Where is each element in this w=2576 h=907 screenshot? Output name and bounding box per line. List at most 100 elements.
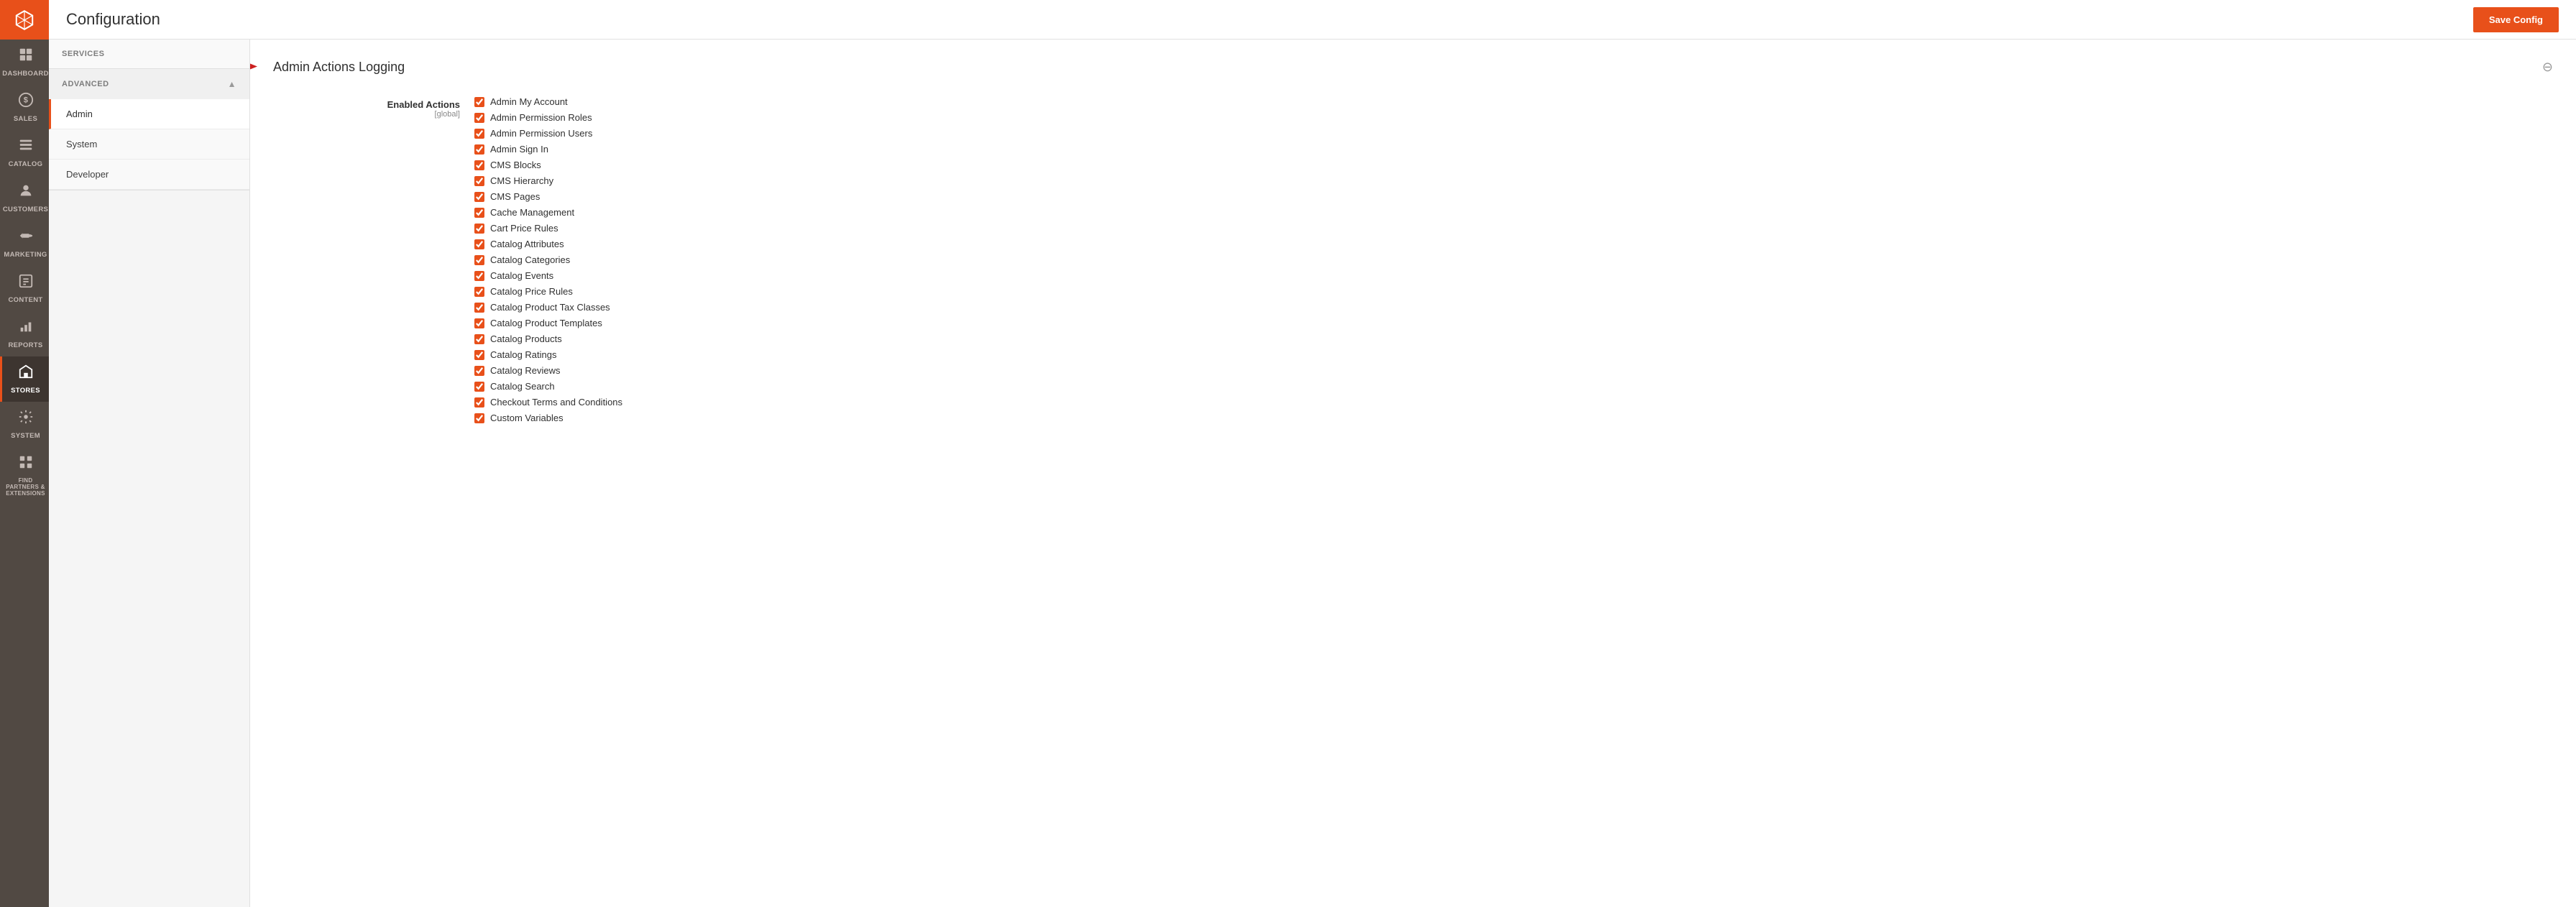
checkbox-label-admin_permission_roles: Admin Permission Roles bbox=[490, 112, 592, 123]
stores-icon bbox=[18, 364, 34, 383]
content-area: SERVICES ADVANCED ▲ AdminSystemDeveloper Ad… bbox=[49, 40, 2576, 907]
right-panel: Admin Actions Logging ⊖ Enabled Actions … bbox=[250, 40, 2576, 907]
checkbox-item-catalog_product_templates: Catalog Product Templates bbox=[474, 318, 2553, 328]
checkbox-catalog_product_templates[interactable] bbox=[474, 318, 484, 328]
checkbox-admin_permission_users[interactable] bbox=[474, 129, 484, 139]
checkbox-item-checkout_terms: Checkout Terms and Conditions bbox=[474, 397, 2553, 408]
checkbox-item-cms_hierarchy: CMS Hierarchy bbox=[474, 175, 2553, 186]
chevron-advanced-icon: ▲ bbox=[228, 79, 236, 89]
checkbox-catalog_price_rules[interactable] bbox=[474, 287, 484, 297]
sidebar-item-label-marketing: MARKETING bbox=[4, 251, 47, 259]
checkbox-label-cms_blocks: CMS Blocks bbox=[490, 160, 541, 170]
system-icon bbox=[18, 409, 34, 428]
sidebar-item-catalog[interactable]: CATALOG bbox=[0, 130, 49, 175]
sidebar-item-content[interactable]: CONTENT bbox=[0, 266, 49, 311]
sidebar-item-label-catalog: CATALOG bbox=[9, 160, 43, 168]
left-panel-section-header-services[interactable]: SERVICES bbox=[49, 40, 249, 68]
checkbox-label-catalog_product_tax_classes: Catalog Product Tax Classes bbox=[490, 302, 610, 313]
left-panel-section-header-advanced[interactable]: ADVANCED ▲ bbox=[49, 69, 249, 99]
checkbox-label-catalog_ratings: Catalog Ratings bbox=[490, 349, 557, 360]
left-panel-section-label-advanced: ADVANCED bbox=[62, 80, 109, 88]
checkbox-label-cms_pages: CMS Pages bbox=[490, 191, 540, 202]
checkbox-checkout_terms[interactable] bbox=[474, 397, 484, 408]
checkbox-label-custom_variables: Custom Variables bbox=[490, 413, 564, 423]
checkbox-item-catalog_product_tax_classes: Catalog Product Tax Classes bbox=[474, 302, 2553, 313]
checkbox-item-admin_permission_roles: Admin Permission Roles bbox=[474, 112, 2553, 123]
checkbox-cache_management[interactable] bbox=[474, 208, 484, 218]
checkbox-item-admin_my_account: Admin My Account bbox=[474, 96, 2553, 107]
checkbox-catalog_product_tax_classes[interactable] bbox=[474, 303, 484, 313]
checkbox-cms_blocks[interactable] bbox=[474, 160, 484, 170]
left-panel-item-admin[interactable]: Admin bbox=[49, 99, 249, 129]
checkbox-catalog_categories[interactable] bbox=[474, 255, 484, 265]
checkbox-label-admin_sign_in: Admin Sign In bbox=[490, 144, 548, 155]
top-header: Configuration Save Config bbox=[49, 0, 2576, 40]
sidebar-item-label-system: SYSTEM bbox=[11, 432, 40, 440]
checkbox-admin_my_account[interactable] bbox=[474, 97, 484, 107]
section-title: Admin Actions Logging bbox=[273, 60, 405, 75]
checkbox-label-catalog_categories: Catalog Categories bbox=[490, 254, 570, 265]
sidebar-item-sales[interactable]: $SALES bbox=[0, 85, 49, 130]
save-config-button[interactable]: Save Config bbox=[2473, 7, 2559, 32]
sidebar-item-system[interactable]: SYSTEM bbox=[0, 402, 49, 447]
left-panel-item-system[interactable]: System bbox=[49, 129, 249, 160]
checkbox-item-catalog_ratings: Catalog Ratings bbox=[474, 349, 2553, 360]
customers-icon bbox=[18, 183, 34, 202]
checkbox-label-cart_price_rules: Cart Price Rules bbox=[490, 223, 558, 234]
checkbox-cms_pages[interactable] bbox=[474, 192, 484, 202]
checkbox-label-catalog_reviews: Catalog Reviews bbox=[490, 365, 561, 376]
checkbox-admin_permission_roles[interactable] bbox=[474, 113, 484, 123]
left-panel-item-developer[interactable]: Developer bbox=[49, 160, 249, 190]
sidebar-item-stores[interactable]: STORES bbox=[0, 356, 49, 402]
checkbox-admin_sign_in[interactable] bbox=[474, 144, 484, 155]
checkbox-item-catalog_categories: Catalog Categories bbox=[474, 254, 2553, 265]
checkbox-cms_hierarchy[interactable] bbox=[474, 176, 484, 186]
checkbox-catalog_events[interactable] bbox=[474, 271, 484, 281]
checkbox-catalog_attributes[interactable] bbox=[474, 239, 484, 249]
sidebar: DASHBOARD $SALES CATALOG CUSTOMERS MARKETING… bbox=[0, 0, 49, 907]
checkbox-item-admin_permission_users: Admin Permission Users bbox=[474, 128, 2553, 139]
enabled-actions-scope: [global] bbox=[273, 110, 460, 119]
sidebar-item-reports[interactable]: REPORTS bbox=[0, 311, 49, 356]
checkbox-catalog_ratings[interactable] bbox=[474, 350, 484, 360]
find-icon bbox=[18, 454, 34, 474]
collapse-section-icon[interactable]: ⊖ bbox=[2542, 60, 2553, 75]
checkbox-custom_variables[interactable] bbox=[474, 413, 484, 423]
checkbox-catalog_reviews[interactable] bbox=[474, 366, 484, 376]
checkbox-label-catalog_events: Catalog Events bbox=[490, 270, 553, 281]
page-title: Configuration bbox=[66, 10, 160, 29]
sidebar-item-label-find: FIND PARTNERS & EXTENSIONS bbox=[5, 477, 46, 497]
sidebar-item-marketing[interactable]: MARKETING bbox=[0, 221, 49, 266]
checkbox-catalog_products[interactable] bbox=[474, 334, 484, 344]
checkbox-label-checkout_terms: Checkout Terms and Conditions bbox=[490, 397, 622, 408]
sidebar-item-customers[interactable]: CUSTOMERS bbox=[0, 175, 49, 221]
checkbox-item-catalog_reviews: Catalog Reviews bbox=[474, 365, 2553, 376]
left-panel-items-advanced: AdminSystemDeveloper bbox=[49, 99, 249, 190]
checkbox-label-catalog_search: Catalog Search bbox=[490, 381, 555, 392]
svg-text:$: $ bbox=[23, 96, 27, 105]
checkbox-label-catalog_attributes: Catalog Attributes bbox=[490, 239, 564, 249]
content-icon bbox=[18, 273, 34, 293]
checkbox-item-cache_management: Cache Management bbox=[474, 207, 2553, 218]
left-panel-section-label-services: SERVICES bbox=[62, 50, 104, 58]
checkbox-cart_price_rules[interactable] bbox=[474, 224, 484, 234]
checkboxes-container: Admin My Account Admin Permission Roles Ad… bbox=[474, 96, 2553, 428]
sidebar-item-label-dashboard: DASHBOARD bbox=[2, 70, 48, 78]
sales-icon: $ bbox=[18, 92, 34, 111]
main-area: Configuration Save Config SERVICES ADVANC… bbox=[49, 0, 2576, 907]
logo[interactable] bbox=[0, 0, 49, 40]
left-panel: SERVICES ADVANCED ▲ AdminSystemDeveloper bbox=[49, 40, 250, 907]
dashboard-icon bbox=[18, 47, 34, 66]
checkbox-label-admin_my_account: Admin My Account bbox=[490, 96, 568, 107]
sidebar-item-find[interactable]: FIND PARTNERS & EXTENSIONS bbox=[0, 447, 49, 504]
checkbox-item-admin_sign_in: Admin Sign In bbox=[474, 144, 2553, 155]
enabled-actions-row: Enabled Actions [global] Admin My Accoun… bbox=[273, 96, 2553, 428]
enabled-actions-label-col: Enabled Actions [global] bbox=[273, 96, 474, 119]
checkbox-label-catalog_products: Catalog Products bbox=[490, 333, 562, 344]
sidebar-item-dashboard[interactable]: DASHBOARD bbox=[0, 40, 49, 85]
checkbox-item-cart_price_rules: Cart Price Rules bbox=[474, 223, 2553, 234]
checkbox-catalog_search[interactable] bbox=[474, 382, 484, 392]
checkbox-label-admin_permission_users: Admin Permission Users bbox=[490, 128, 592, 139]
sidebar-item-label-customers: CUSTOMERS bbox=[3, 206, 48, 213]
checkbox-item-catalog_search: Catalog Search bbox=[474, 381, 2553, 392]
